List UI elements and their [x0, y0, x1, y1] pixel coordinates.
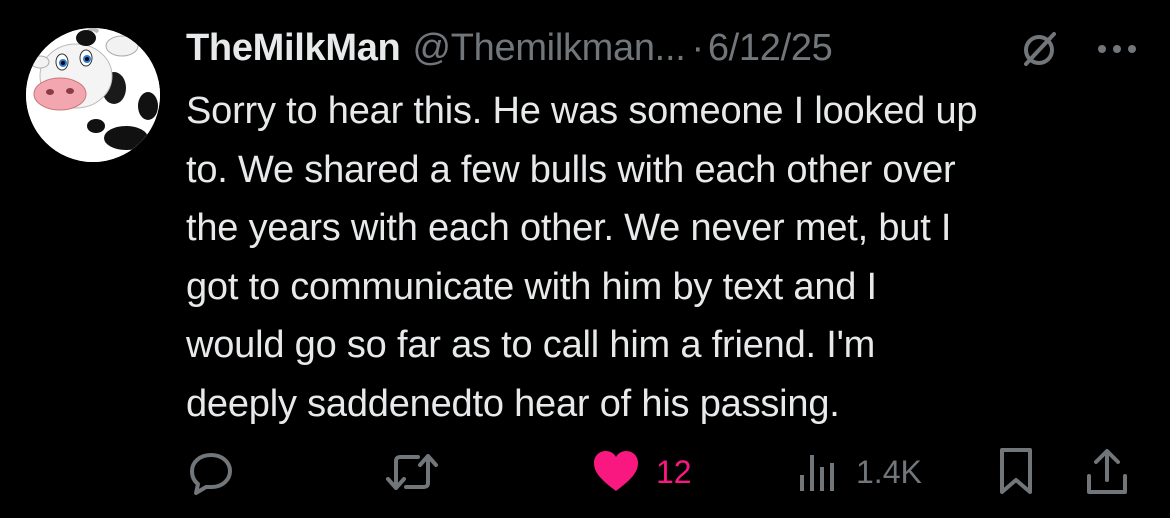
views-button[interactable]: 1.4K [798, 440, 922, 504]
tweet[interactable]: TheMilkMan @Themilkman... · 6/12/25 Sorr… [0, 0, 1170, 518]
views-count: 1.4K [856, 453, 922, 490]
bookmark-button[interactable] [996, 440, 1036, 504]
user-handle[interactable]: @Themilkman... [412, 27, 685, 70]
action-bar: 12 1.4K [0, 440, 1170, 504]
repost-button[interactable] [384, 440, 440, 504]
tweet-text-line: deeply saddenedto hear of his passing. [186, 382, 840, 425]
tweet-text-line: to. We shared a few bulls with each othe… [186, 148, 956, 191]
tweet-header: TheMilkMan @Themilkman... · 6/12/25 [186, 22, 1146, 74]
post-date[interactable]: 6/12/25 [708, 27, 833, 70]
bookmark-icon [1000, 448, 1032, 494]
share-button[interactable] [1084, 440, 1130, 504]
separator-dot: · [691, 26, 704, 69]
heart-icon [594, 451, 638, 491]
tweet-text-line: got to communicate with him by text and … [186, 265, 877, 308]
tweet-text-line: Sorry to hear this. He was someone I loo… [186, 90, 978, 132]
tweet-text-line: would go so far as to call him a friend.… [186, 324, 876, 366]
reply-button[interactable] [186, 440, 236, 504]
like-button[interactable]: 12 [590, 440, 692, 504]
display-name[interactable]: TheMilkMan [186, 27, 401, 70]
views-icon [800, 455, 834, 491]
cow-avatar-icon[interactable] [26, 28, 160, 162]
share-icon [1087, 449, 1127, 494]
reply-icon [190, 453, 232, 495]
tweet-text-line: the years with each other. We never met,… [186, 207, 952, 249]
repost-icon [386, 454, 438, 490]
like-count: 12 [656, 453, 692, 490]
tweet-text: Sorry to hear this. He was someone I loo… [186, 82, 1146, 433]
slashed-circle-icon[interactable] [1018, 28, 1060, 70]
more-dots-icon[interactable] [1092, 28, 1142, 70]
